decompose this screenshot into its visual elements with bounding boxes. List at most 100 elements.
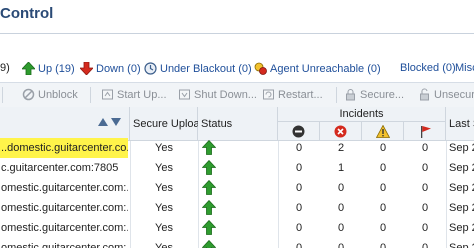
- blocked-filter-link[interactable]: Blocked (0): [400, 62, 456, 74]
- table-row[interactable]: omestic.guitarcenter.com:... Yes 0 0 0 0…: [0, 178, 474, 198]
- unsecure-lock-icon: [420, 88, 429, 101]
- table-row[interactable]: omestic.guitarcenter.com:... Yes 0 0 0 0…: [0, 238, 474, 248]
- target-name-link[interactable]: omestic.guitarcenter.com:...: [0, 198, 128, 218]
- secure-upload-value: Yes: [155, 242, 173, 248]
- incident-count[interactable]: 0: [278, 158, 320, 178]
- secure-upload-value: Yes: [155, 182, 173, 194]
- header-divider: [0, 33, 474, 34]
- unblock-button[interactable]: Unblock: [22, 88, 78, 101]
- target-name-link[interactable]: ..domestic.guitarcenter.co...: [0, 138, 128, 158]
- incident-count[interactable]: 0: [362, 238, 404, 248]
- last-upload-value: Sep 2: [449, 202, 474, 214]
- last-upload-value: Sep 2: [449, 182, 474, 194]
- table-row[interactable]: ..domestic.guitarcenter.co... Yes 0 2 0 …: [0, 138, 474, 158]
- incident-count[interactable]: 0: [404, 138, 446, 158]
- last-upload-value: Sep 2: [449, 222, 474, 234]
- table-row[interactable]: omestic.guitarcenter.com:... Yes 0 0 0 0…: [0, 218, 474, 238]
- last-column-header[interactable]: Last S: [446, 107, 474, 141]
- status-up-arrow-icon: [202, 200, 216, 215]
- toolbar-separator: [90, 87, 91, 103]
- shutdown-label: Shut Down...: [194, 88, 257, 101]
- incident-count[interactable]: 0: [362, 218, 404, 238]
- secure-upload-column-header[interactable]: Secure Upload: [130, 107, 206, 141]
- status-column-header[interactable]: Status: [198, 107, 278, 141]
- secure-upload-value: Yes: [155, 222, 173, 234]
- toolbar-separator: [2, 87, 3, 103]
- blackout-filter-label: Under Blackout (0): [160, 62, 252, 75]
- name-column-header[interactable]: [0, 107, 130, 141]
- target-name-link[interactable]: omestic.guitarcenter.com:...: [0, 218, 128, 238]
- incident-count[interactable]: 0: [404, 218, 446, 238]
- startup-button[interactable]: Start Up...: [101, 88, 167, 101]
- startup-label: Start Up...: [117, 88, 167, 101]
- misc-filter-link[interactable]: Misc: [455, 62, 474, 74]
- table-row[interactable]: omestic.guitarcenter.com:... Yes 0 0 0 0…: [0, 198, 474, 218]
- error-x-icon: [334, 125, 347, 138]
- incident-count[interactable]: 2: [320, 138, 362, 158]
- incident-count[interactable]: 0: [362, 198, 404, 218]
- total-count: 9): [0, 62, 10, 74]
- shutdown-button[interactable]: Shut Down...: [178, 88, 257, 101]
- status-up-arrow-icon: [202, 240, 216, 248]
- incident-count[interactable]: 0: [320, 178, 362, 198]
- incident-count[interactable]: 0: [320, 238, 362, 248]
- up-filter-label: Up (19): [38, 62, 75, 75]
- incident-count[interactable]: 0: [362, 158, 404, 178]
- table-row[interactable]: c.guitarcenter.com:7805 Yes 0 1 0 0 Sep …: [0, 158, 474, 178]
- incident-count[interactable]: 1: [320, 158, 362, 178]
- unreachable-filter-label: Agent Unreachable (0): [270, 62, 381, 75]
- status-cell: [198, 138, 228, 158]
- status-up-arrow-icon: [202, 180, 216, 195]
- page-title: Control: [0, 5, 54, 22]
- secure-label: Secure...: [360, 88, 405, 101]
- unsecure-button[interactable]: Unsecure: [418, 88, 474, 101]
- misc-filter-label: Misc: [455, 62, 474, 74]
- restart-button[interactable]: Restart...: [262, 88, 323, 101]
- incident-count[interactable]: 0: [278, 198, 320, 218]
- arrow-down-icon: [80, 62, 93, 75]
- secure-upload-value: Yes: [155, 142, 173, 154]
- incident-count[interactable]: 0: [278, 138, 320, 158]
- target-name-link[interactable]: omestic.guitarcenter.com:...: [0, 238, 128, 248]
- unblock-icon: [22, 88, 35, 101]
- status-up-arrow-icon: [202, 220, 216, 235]
- last-upload-value: Sep 2: [449, 242, 474, 248]
- incident-count[interactable]: 0: [278, 218, 320, 238]
- incident-count[interactable]: 0: [362, 178, 404, 198]
- arrow-up-icon: [22, 62, 35, 75]
- blocked-filter-label: Blocked (0): [400, 62, 456, 74]
- incident-count[interactable]: 0: [278, 238, 320, 248]
- last-upload-value: Sep 2: [449, 142, 474, 154]
- incident-count[interactable]: 0: [362, 138, 404, 158]
- up-filter-link[interactable]: Up (19): [22, 62, 75, 75]
- incident-count[interactable]: 0: [320, 198, 362, 218]
- warning-triangle-icon: [376, 125, 390, 138]
- incident-count[interactable]: 0: [278, 178, 320, 198]
- last-upload-value: Sep 2: [449, 162, 474, 174]
- status-cell: [198, 218, 228, 238]
- blackout-filter-link[interactable]: Under Blackout (0): [144, 62, 252, 75]
- secure-button[interactable]: Secure...: [344, 88, 404, 101]
- blocked-circle-icon: [292, 125, 305, 138]
- target-name-link[interactable]: c.guitarcenter.com:7805: [0, 158, 128, 178]
- down-filter-link[interactable]: Down (0): [80, 62, 141, 75]
- status-summary: 9) Up (19) Down (0) Under Blackout (0) A…: [0, 58, 474, 78]
- incident-count[interactable]: 0: [404, 238, 446, 248]
- startup-icon: [102, 89, 113, 100]
- incident-count[interactable]: 0: [404, 178, 446, 198]
- incident-count[interactable]: 0: [404, 158, 446, 178]
- target-name-link[interactable]: omestic.guitarcenter.com:...: [0, 178, 128, 198]
- agent-unreachable-icon: [254, 62, 267, 75]
- secure-upload-value: Yes: [155, 202, 173, 214]
- secure-lock-icon: [346, 89, 355, 101]
- restart-label: Restart...: [278, 88, 323, 101]
- unreachable-filter-link[interactable]: Agent Unreachable (0): [254, 62, 381, 75]
- status-cell: [198, 178, 228, 198]
- shutdown-icon: [179, 89, 190, 100]
- down-filter-label: Down (0): [96, 62, 141, 75]
- incident-count[interactable]: 0: [404, 198, 446, 218]
- incident-count[interactable]: 0: [320, 218, 362, 238]
- sort-arrows-icon[interactable]: [98, 117, 122, 127]
- restart-icon: [263, 89, 274, 100]
- blackout-clock-icon: [144, 62, 157, 75]
